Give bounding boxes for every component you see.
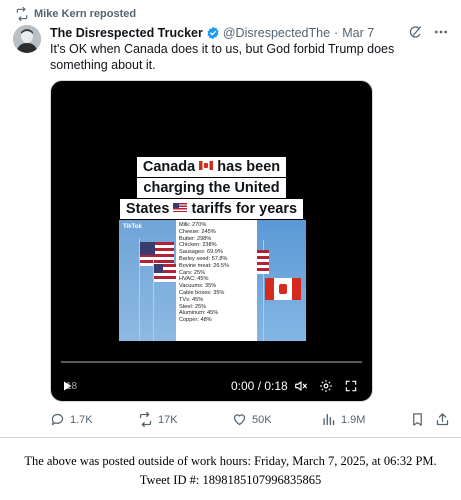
video-frame[interactable]: TikTok Milk: 270% Cheese: 245% Butter: 2… [119,220,306,341]
tariff-item: HVAC: 45% [179,276,209,283]
us-flag-image [140,242,174,266]
heart-icon [233,414,246,426]
like-button[interactable]: 50K [232,412,272,427]
view-count: 1.9M [341,413,366,426]
tweet-actions: 1.7K 17K 50K 1.9M [50,412,449,432]
share-button[interactable] [435,412,455,427]
tariff-item: Cars: 25% [179,269,206,276]
more-options-icon[interactable] [433,24,449,40]
tweet-card[interactable]: Mike Kern reposted The Disrespected Truc… [0,0,461,438]
tariff-item: Aluminum: 45% [179,310,219,317]
views-button[interactable]: 1.9M [321,412,365,427]
reply-button[interactable]: 1.7K [50,412,93,427]
overlay-duration: 18 [66,381,78,392]
tariff-item: Copper: 48% [179,317,212,324]
verified-badge-icon[interactable] [206,26,220,40]
video-caption: Canada has been charging the United Stat… [51,157,372,220]
avatar[interactable] [13,25,41,53]
tariff-item: Vacuums: 35% [179,283,217,290]
caption-line3-rest: tariffs for years [191,201,298,217]
like-count: 50K [252,413,272,426]
bookmark-icon [413,413,422,426]
video-left-panel: TikTok [119,220,176,341]
video-player[interactable]: Canada has been charging the United Stat… [50,80,373,402]
video-controls: 18 0:00 / 0:18 [51,377,372,395]
tariff-item: Milk: 270% [179,222,207,228]
tariff-item: Sausages: 69.9% [179,249,223,256]
video-progress-bar[interactable] [61,361,362,363]
reply-icon [51,413,64,426]
tariff-item: Barley seed: 57.8% [179,255,228,262]
footer-line-1: The above was posted outside of work hou… [24,454,437,468]
grok-icon[interactable] [408,25,423,40]
fullscreen-icon[interactable] [344,379,358,393]
us-flag-image [154,264,176,282]
tariff-item: Cheese: 245% [179,228,216,235]
tweet-text: It's OK when Canada does it to us, but G… [50,42,395,72]
tariff-item: TVs: 45% [179,296,204,303]
tariff-list-panel: Milk: 270% Cheese: 245% Butter: 298% Chi… [176,220,257,341]
repost-indicator: Mike Kern reposted [16,6,136,22]
caption-word-states: States [125,201,170,217]
tariff-item: Bovine meat: 26.5% [179,262,230,269]
settings-gear-icon[interactable] [319,379,333,393]
display-name[interactable]: The Disrespected Trucker [50,26,203,40]
canada-flag-image [265,278,301,300]
separator-dot: · [334,25,339,40]
caption-word-canada: Canada [142,159,196,175]
analytics-icon [323,413,335,426]
us-flag-image [257,250,269,274]
post-date[interactable]: Mar 7 [342,26,374,40]
footer-note: The above was posted outside of work hou… [0,452,461,490]
caption-line2: charging the United [137,178,286,198]
author-handle[interactable]: @DisrespectedThe [223,26,330,40]
tariff-item: Cable boxes: 35% [179,289,225,296]
us-flag-emoji [173,203,188,212]
video-right-panel [257,220,306,341]
tariff-list: Milk: 270% Cheese: 245% Butter: 298% Chi… [179,222,254,324]
reply-count: 1.7K [70,413,93,426]
time-readout: 0:00 / 0:18 [231,379,288,393]
canada-flag-emoji [199,161,214,170]
tweet-header: The Disrespected Trucker @DisrespectedTh… [50,24,451,41]
footer-line-2: Tweet ID #: 1898185107996835865 [139,473,322,487]
tariff-item: Chicken: 238% [179,242,217,249]
share-icon [436,413,449,426]
repost-button[interactable]: 17K [138,412,178,427]
tariff-item: Butter: 298% [179,235,212,242]
volume-muted-icon[interactable] [294,379,308,393]
bookmark-button[interactable] [410,412,430,427]
avatar-image [13,25,41,53]
tiktok-watermark: TikTok [123,224,142,230]
repost-icon [16,7,28,21]
repost-icon [139,412,152,427]
tariff-item: Steel: 25% [179,303,207,310]
caption-line1-rest: has been [217,159,281,175]
repost-count: 17K [158,413,178,426]
repost-label[interactable]: Mike Kern reposted [34,8,136,20]
